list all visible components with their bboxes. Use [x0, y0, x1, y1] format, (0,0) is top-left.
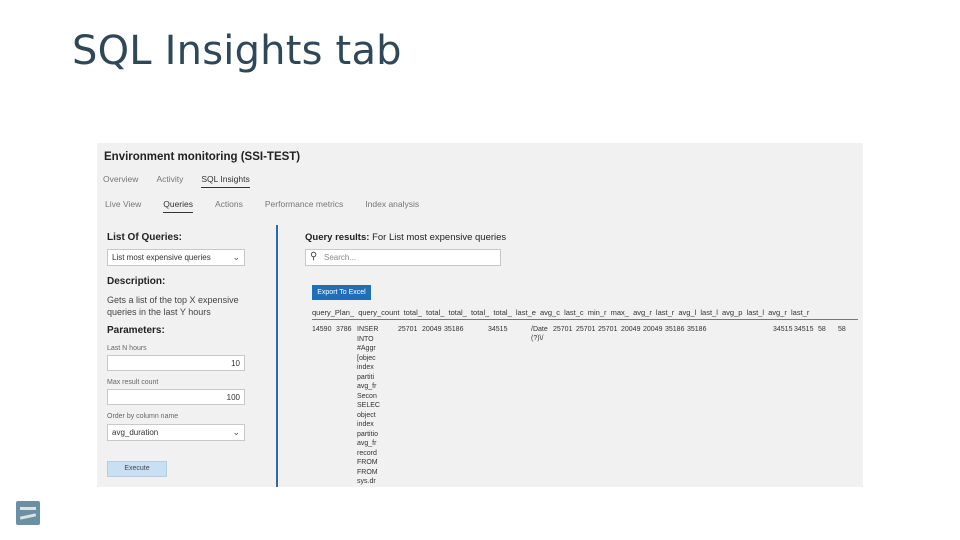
- sql-text-line: partiti: [357, 373, 375, 381]
- column-header[interactable]: avg_r: [633, 308, 652, 317]
- sql-text-line: INNER: [357, 487, 380, 488]
- sql-text-line: partitio: [357, 430, 379, 438]
- query-select[interactable]: List most expensive queries ⌄: [107, 249, 245, 266]
- table-cell: 35186: [665, 326, 685, 333]
- column-header[interactable]: last_c: [564, 308, 584, 317]
- column-header[interactable]: total_: [404, 308, 422, 317]
- export-to-excel-button[interactable]: Export To Excel: [312, 285, 371, 300]
- column-header[interactable]: avg_l: [678, 308, 696, 317]
- sql-text-line: FROM: [357, 468, 378, 476]
- sql-text-line: sys.dr: [357, 478, 376, 485]
- tab-sql-insights[interactable]: SQL Insights: [201, 174, 250, 188]
- chevron-down-icon: ⌄: [232, 427, 240, 437]
- column-header[interactable]: total_: [471, 308, 489, 317]
- table-cell: 35186: [444, 326, 464, 333]
- slide-title: SQL Insights tab: [72, 28, 402, 74]
- last-n-hours-label: Last N hours: [107, 345, 147, 352]
- table-cell: 25701: [598, 326, 618, 333]
- tab-activity[interactable]: Activity: [156, 174, 183, 188]
- tab-performance-metrics[interactable]: Performance metrics: [265, 199, 343, 213]
- sql-text-line: INSER: [357, 326, 379, 333]
- column-header[interactable]: query_count: [358, 308, 399, 317]
- search-input[interactable]: ⚲ Search...: [305, 249, 501, 266]
- table-cell: 20049: [422, 326, 442, 333]
- chevron-down-icon: ⌄: [232, 252, 240, 262]
- sql-text-line: INTO: [357, 335, 374, 343]
- tab-queries[interactable]: Queries: [163, 199, 193, 213]
- description-label: Description:: [107, 276, 166, 287]
- page-title: Environment monitoring (SSI-TEST): [104, 151, 301, 163]
- sql-text-line: record: [357, 449, 377, 457]
- description-text: Gets a list of the top X expensive queri…: [107, 295, 239, 317]
- column-header[interactable]: total_: [426, 308, 444, 317]
- table-cell: 58: [838, 326, 846, 333]
- main-tabs: Overview Activity SQL Insights: [103, 174, 268, 188]
- table-cell: 58: [818, 326, 826, 333]
- sql-text-line: SELEC: [357, 402, 380, 409]
- sql-text-line: #Aggr: [357, 345, 376, 352]
- panel-divider: [276, 225, 278, 487]
- query-results-label: Query results: For List most expensive q…: [305, 232, 506, 243]
- column-header[interactable]: last_r: [791, 308, 809, 317]
- execute-button[interactable]: Execute: [107, 461, 167, 477]
- column-header[interactable]: total_: [493, 308, 511, 317]
- search-placeholder: Search...: [324, 253, 357, 262]
- column-header[interactable]: max_: [611, 308, 629, 317]
- sql-text-line: avg_fr: [357, 440, 377, 447]
- max-result-count-label: Max result count: [107, 379, 159, 386]
- sql-text-line: [objec: [357, 354, 376, 362]
- column-header[interactable]: avg_p: [722, 308, 742, 317]
- query-select-value: List most expensive queries: [112, 253, 211, 262]
- table-cell: 25701: [398, 326, 418, 333]
- sql-text-line: object: [357, 411, 376, 419]
- sql-text-cell: INSER INTO #Aggr [objec index partiti avg_fr Se…: [357, 325, 380, 487]
- list-of-queries-label: List Of Queries:: [107, 232, 183, 243]
- sub-tabs: Live View Queries Actions Performance me…: [105, 199, 441, 213]
- order-by-select[interactable]: avg_duration ⌄: [107, 424, 245, 441]
- tab-actions[interactable]: Actions: [215, 199, 243, 213]
- column-header[interactable]: avg_c: [540, 308, 560, 317]
- last-n-hours-input[interactable]: 10: [107, 355, 245, 371]
- max-result-count-input[interactable]: 100: [107, 389, 245, 405]
- order-by-value: avg_duration: [112, 428, 159, 437]
- table-cell: 35186: [687, 326, 707, 333]
- column-header[interactable]: last_r: [656, 308, 674, 317]
- column-header[interactable]: last_l: [700, 308, 718, 317]
- query-results-for: For List most expensive queries: [372, 232, 507, 243]
- sql-text-line: Secon: [357, 392, 377, 400]
- table-cell: (?)\/: [531, 335, 544, 342]
- column-header[interactable]: min_r: [588, 308, 607, 317]
- table-cell: 25701: [576, 326, 596, 333]
- sql-text-line: FROM: [357, 459, 378, 466]
- column-header[interactable]: last_l: [747, 308, 765, 317]
- query-results-title: Query results:: [305, 232, 370, 243]
- logo-icon: [16, 501, 40, 525]
- order-by-label: Order by column name: [107, 413, 179, 420]
- column-header[interactable]: last_e: [516, 308, 536, 317]
- tab-live-view[interactable]: Live View: [105, 199, 141, 213]
- table-cell: 3786: [336, 326, 352, 333]
- column-header[interactable]: total_: [449, 308, 467, 317]
- parameters-label: Parameters:: [107, 325, 165, 336]
- table-cell: 20049: [621, 326, 641, 333]
- table-cell: 34515: [794, 326, 814, 333]
- sql-text-line: index: [357, 421, 374, 428]
- table-cell: 34515: [488, 326, 508, 333]
- table-cell: 25701: [553, 326, 573, 333]
- tab-overview[interactable]: Overview: [103, 174, 138, 188]
- search-icon: ⚲: [310, 251, 318, 262]
- tab-index-analysis[interactable]: Index analysis: [365, 199, 419, 213]
- table-cell: 34515: [773, 326, 793, 333]
- sql-text-line: avg_fr: [357, 383, 377, 390]
- column-header[interactable]: query_Plan_: [312, 308, 354, 317]
- app-screenshot: Environment monitoring (SSI-TEST) Overvi…: [97, 143, 863, 487]
- table-cell: 14590: [312, 326, 332, 333]
- table-cell: 20049: [643, 326, 663, 333]
- column-header[interactable]: avg_r: [768, 308, 787, 317]
- sql-text-line: index: [357, 364, 374, 371]
- results-grid-header: query_Plan_ query_count total_ total_ to…: [312, 308, 858, 320]
